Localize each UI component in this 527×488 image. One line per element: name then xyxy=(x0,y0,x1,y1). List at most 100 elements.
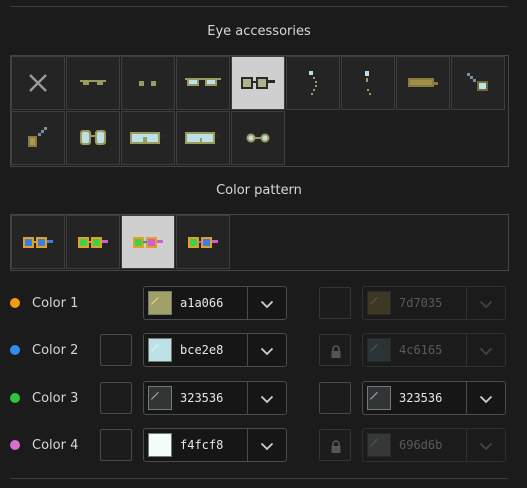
color-4-primary-swatch-field[interactable]: f4fcf8 xyxy=(144,429,248,461)
color-2-primary-hex-value: bce2e8 xyxy=(180,343,224,357)
accessory-option-round-glasses[interactable] xyxy=(66,111,120,165)
chevron-down-icon xyxy=(479,341,493,360)
lock-icon xyxy=(330,439,342,458)
lock-icon xyxy=(330,344,342,363)
color-2-label-row: Color 2 xyxy=(10,333,78,367)
color-4-primary-picker[interactable]: f4fcf8 xyxy=(143,428,287,462)
accessory-option-wide-goggles[interactable] xyxy=(176,111,230,165)
chevron-down-icon xyxy=(260,341,274,360)
color-3-secondary-toggle[interactable] xyxy=(319,382,351,414)
accessory-option-square-glasses[interactable] xyxy=(231,56,285,110)
color-4-primary-hex-value: f4fcf8 xyxy=(180,438,224,452)
pattern-2-icon xyxy=(77,234,109,250)
dangling-earring-icon xyxy=(304,69,322,97)
color-4-secondary-swatch-field: 696d6b xyxy=(363,429,467,461)
color-1-primary-swatch xyxy=(148,291,172,315)
pattern-grid xyxy=(10,214,509,271)
accessory-grid xyxy=(10,55,509,167)
color-pattern-option-pattern-4[interactable] xyxy=(176,215,230,269)
color-3-label-row: Color 3 xyxy=(10,381,78,415)
color-3-primary-hex-value: 323536 xyxy=(180,391,224,405)
accessory-option-none[interactable] xyxy=(11,56,65,110)
accessory-option-monocle-left[interactable] xyxy=(11,111,65,165)
color-4-primary-dropdown-button[interactable] xyxy=(248,429,286,461)
color-4-label-row: Color 4 xyxy=(10,428,78,462)
monocle-right-icon xyxy=(465,71,491,95)
color-3-primary-picker[interactable]: 323536 xyxy=(143,381,287,415)
none-x-icon xyxy=(27,72,49,94)
color-4-secondary-hex-value: 696d6b xyxy=(399,438,443,452)
accessory-option-thin-sunglasses[interactable] xyxy=(66,56,120,110)
round-glasses-icon xyxy=(78,128,108,148)
color-2-primary-picker[interactable]: bce2e8 xyxy=(143,333,287,367)
color-1-label: Color 1 xyxy=(32,295,79,311)
top-divider xyxy=(10,6,508,7)
chevron-down-icon xyxy=(479,436,493,455)
chevron-down-icon xyxy=(260,389,274,408)
color-1-secondary-swatch-field: 7d7035 xyxy=(363,287,467,319)
color-3-primary-swatch-field[interactable]: 323536 xyxy=(144,382,248,414)
eye-accessories-title: Eye accessories xyxy=(207,24,311,39)
color-2-primary-swatch-field[interactable]: bce2e8 xyxy=(144,334,248,366)
pattern-1-icon xyxy=(22,234,54,250)
color-3-label: Color 3 xyxy=(32,390,79,406)
color-pattern-option-pattern-3[interactable] xyxy=(121,215,175,269)
wide-goggles-icon xyxy=(183,129,223,147)
accessory-option-eye-mask[interactable] xyxy=(396,56,450,110)
accessory-option-monocle-right[interactable] xyxy=(451,56,505,110)
eye-mask-icon xyxy=(406,75,440,91)
color-1-primary-picker[interactable]: a1a066 xyxy=(143,286,287,320)
color-3-secondary-hex-value: 323536 xyxy=(399,391,443,405)
color-1-indicator-dot xyxy=(10,298,20,308)
accessory-option-dangling-earring[interactable] xyxy=(286,56,340,110)
accessory-option-small-round-glasses[interactable] xyxy=(231,111,285,165)
color-4-secondary-swatch xyxy=(367,433,391,457)
accessory-option-stud-earring[interactable] xyxy=(341,56,395,110)
color-3-primary-swatch xyxy=(148,386,172,410)
square-glasses-icon xyxy=(240,75,276,91)
chevron-down-icon xyxy=(260,294,274,313)
color-2-primary-dropdown-button[interactable] xyxy=(248,334,286,366)
stud-earring-icon xyxy=(361,69,375,97)
color-4-label: Color 4 xyxy=(32,437,79,453)
color-3-link-toggle[interactable] xyxy=(100,382,132,414)
accessory-option-dot-eyes[interactable] xyxy=(121,56,175,110)
color-2-secondary-toggle xyxy=(319,334,351,366)
color-1-secondary-swatch xyxy=(367,291,391,315)
color-3-indicator-dot xyxy=(10,393,20,403)
goggles-icon xyxy=(128,129,168,147)
color-3-secondary-picker[interactable]: 323536 xyxy=(362,381,506,415)
color-3-secondary-dropdown-button[interactable] xyxy=(467,382,505,414)
small-round-glasses-icon xyxy=(244,132,272,144)
aviator-glasses-icon xyxy=(184,76,222,90)
chevron-down-icon xyxy=(479,294,493,313)
color-2-secondary-hex-value: 4c6165 xyxy=(399,343,443,357)
color-4-secondary-dropdown-button xyxy=(467,429,505,461)
color-pattern-option-pattern-1[interactable] xyxy=(11,215,65,269)
color-pattern-title: Color pattern xyxy=(216,183,302,198)
color-2-link-toggle[interactable] xyxy=(100,334,132,366)
color-3-primary-dropdown-button[interactable] xyxy=(248,382,286,414)
color-2-secondary-dropdown-button xyxy=(467,334,505,366)
color-2-primary-swatch xyxy=(148,338,172,362)
color-3-secondary-swatch xyxy=(367,386,391,410)
accessory-option-goggles[interactable] xyxy=(121,111,175,165)
color-2-secondary-swatch xyxy=(367,338,391,362)
color-4-secondary-picker: 696d6b xyxy=(362,428,506,462)
color-2-secondary-picker: 4c6165 xyxy=(362,333,506,367)
color-3-secondary-swatch-field[interactable]: 323536 xyxy=(363,382,467,414)
color-2-secondary-swatch-field: 4c6165 xyxy=(363,334,467,366)
accessory-option-aviators[interactable] xyxy=(176,56,230,110)
color-1-primary-swatch-field[interactable]: a1a066 xyxy=(144,287,248,319)
pattern-3-icon xyxy=(132,234,164,250)
color-1-secondary-picker: 7d7035 xyxy=(362,286,506,320)
color-4-primary-swatch xyxy=(148,433,172,457)
color-1-label-row: Color 1 xyxy=(10,286,78,320)
color-1-secondary-dropdown-button xyxy=(467,287,505,319)
color-1-primary-dropdown-button[interactable] xyxy=(248,287,286,319)
color-2-indicator-dot xyxy=(10,345,20,355)
color-1-secondary-hex-value: 7d7035 xyxy=(399,296,443,310)
color-2-label: Color 2 xyxy=(32,342,79,358)
color-pattern-option-pattern-2[interactable] xyxy=(66,215,120,269)
color-4-link-toggle[interactable] xyxy=(100,429,132,461)
